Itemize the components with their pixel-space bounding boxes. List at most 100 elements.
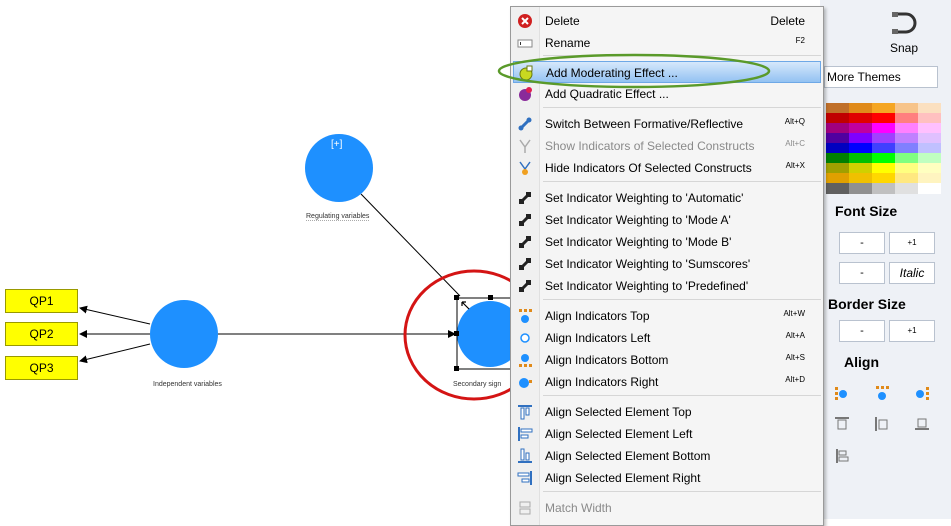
menu-item-label: Align Selected Element Right: [545, 471, 701, 485]
moderating-effect-icon: [519, 65, 533, 81]
color-swatch[interactable]: [849, 183, 872, 194]
selection-handle-bl[interactable]: [454, 366, 459, 371]
border-decrease-button[interactable]: -: [839, 320, 885, 342]
magnet-icon: [892, 12, 917, 34]
align-element-left-icon[interactable]: [874, 416, 890, 432]
path-to-qp1: [79, 305, 151, 325]
menu-item-label: Align Selected Element Bottom: [545, 449, 711, 463]
path-to-qp3: [79, 343, 151, 364]
menu-item-set-indicator-weighting-to-predefined[interactable]: Set Indicator Weighting to 'Predefined': [513, 275, 821, 297]
selection-handle-tm[interactable]: [488, 295, 493, 300]
menu-item-shortcut: Alt+D: [785, 375, 805, 384]
menu-item-label: Rename: [545, 36, 591, 50]
menu-item-label: Set Indicator Weighting to 'Automatic': [545, 191, 744, 205]
border-increase-button[interactable]: +1: [889, 320, 935, 342]
menu-item-show-indicators-of-selected-constructs[interactable]: Show Indicators of Selected Constructs Al…: [513, 135, 821, 157]
color-swatch[interactable]: [872, 183, 895, 194]
menu-item-align-selected-element-right[interactable]: Align Selected Element Right: [513, 467, 821, 489]
menu-item-label: Add Quadratic Effect ...: [545, 87, 669, 101]
menu-item-label: Align Indicators Left: [545, 331, 651, 345]
weighting-icon: [518, 191, 532, 205]
menu-item-label: Add Moderating Effect ...: [546, 66, 678, 80]
menu-item-rename[interactable]: Rename F2: [513, 32, 821, 54]
hide-indicators-icon: [519, 161, 531, 175]
align-element-left-icon: [518, 427, 533, 441]
menu-item-shortcut: Alt+C: [785, 139, 805, 148]
menu-item-label: Align Indicators Top: [545, 309, 650, 323]
show-indicators-icon: [519, 139, 531, 153]
menu-item-add-quadratic-effect[interactable]: Add Quadratic Effect ...: [513, 83, 821, 105]
expand-indicators-label[interactable]: [+]: [331, 139, 342, 150]
indicator-qp3[interactable]: QP3: [5, 356, 78, 380]
align-title: Align: [844, 354, 879, 370]
align-element-right-icon[interactable]: [914, 416, 930, 432]
indicator-qp2[interactable]: QP2: [5, 322, 78, 346]
menu-item-shortcut: Alt+W: [783, 309, 805, 318]
menu-item-shortcut: F2: [795, 36, 805, 45]
font-size-title: Font Size: [835, 203, 898, 219]
distribute-icon[interactable]: [834, 448, 850, 464]
regulating-variables-caption: Regulating variables: [306, 213, 370, 221]
context-menu: Delete Delete Rename F2 Add Moderating Effec…: [510, 6, 824, 526]
menu-item-label: Set Indicator Weighting to 'Mode A': [545, 213, 731, 227]
selection-handle-ml[interactable]: [454, 331, 459, 336]
selection-handle-tl[interactable]: [454, 295, 459, 300]
delete-icon: [518, 14, 532, 28]
align-indicators-right-icon: [519, 378, 532, 388]
menu-item-align-indicators-top[interactable]: Align Indicators Top Alt+W: [513, 305, 821, 327]
menu-item-shortcut: Alt+Q: [784, 117, 805, 126]
menu-item-label: Hide Indicators Of Selected Constructs: [545, 161, 752, 175]
menu-item-label: Align Selected Element Left: [545, 427, 693, 441]
snap-button[interactable]: Snap: [882, 8, 926, 56]
align-indicators-top-icon[interactable]: [874, 385, 890, 401]
align-indicators-bottom-icon: [519, 354, 532, 367]
menu-item-align-indicators-bottom[interactable]: Align Indicators Bottom Alt+S: [513, 349, 821, 371]
menu-item-switch-between-formative-reflective[interactable]: Switch Between Formative/Reflective Alt+Q: [513, 113, 821, 135]
menu-item-set-indicator-weighting-to-sumscores[interactable]: Set Indicator Weighting to 'Sumscores': [513, 253, 821, 275]
resize-arrow-icon: [461, 301, 470, 310]
color-swatch[interactable]: [895, 183, 918, 194]
menu-item-label: Delete: [545, 14, 580, 28]
independent-variables-node[interactable]: [150, 300, 218, 368]
menu-item-label: Set Indicator Weighting to 'Sumscores': [545, 257, 751, 271]
font-increase-button[interactable]: +1: [889, 232, 935, 254]
indicator-label: QP3: [29, 361, 54, 375]
menu-item-set-indicator-weighting-to-mode-a[interactable]: Set Indicator Weighting to 'Mode A': [513, 209, 821, 231]
menu-item-label: Switch Between Formative/Reflective: [545, 117, 744, 131]
weighting-icon: [518, 257, 532, 271]
menu-item-add-moderating-effect[interactable]: Add Moderating Effect ...: [513, 61, 821, 83]
menu-item-align-selected-element-bottom[interactable]: Align Selected Element Bottom: [513, 445, 821, 467]
menu-separator: [543, 299, 821, 300]
menu-item-align-indicators-left[interactable]: Align Indicators Left Alt+A: [513, 327, 821, 349]
rename-icon: [517, 39, 533, 48]
independent-variables-caption: Independent variables: [153, 381, 222, 388]
italic-button[interactable]: Italic: [889, 262, 935, 284]
menu-item-label: Align Indicators Right: [545, 375, 659, 389]
menu-item-shortcut: Alt+A: [785, 331, 805, 340]
align-indicators-right-icon[interactable]: [914, 385, 930, 401]
menu-item-align-selected-element-top[interactable]: Align Selected Element Top: [513, 401, 821, 423]
menu-item-align-indicators-right[interactable]: Align Indicators Right Alt+D: [513, 371, 821, 393]
more-themes-button[interactable]: More Themes: [824, 66, 938, 88]
menu-item-delete[interactable]: Delete Delete: [513, 10, 821, 32]
color-swatch[interactable]: [918, 183, 941, 194]
menu-item-hide-indicators-of-selected-constructs[interactable]: Hide Indicators Of Selected Constructs Al…: [513, 157, 821, 179]
menu-item-shortcut: Alt+S: [785, 353, 805, 362]
text-style-button[interactable]: -: [839, 262, 885, 284]
secondary-sign-caption: Secondary sign: [453, 381, 502, 388]
menu-separator: [543, 55, 821, 56]
align-element-top-icon[interactable]: [834, 416, 850, 432]
quadratic-effect-icon: [519, 87, 532, 101]
menu-item-align-selected-element-left[interactable]: Align Selected Element Left: [513, 423, 821, 445]
menu-item-set-indicator-weighting-to-automatic[interactable]: Set Indicator Weighting to 'Automatic': [513, 187, 821, 209]
indicator-qp1[interactable]: QP1: [5, 289, 78, 313]
menu-item-label: Align Selected Element Top: [545, 405, 692, 419]
align-indicators-left-icon[interactable]: [834, 385, 850, 401]
weighting-icon: [518, 213, 532, 227]
match-width-icon: [519, 501, 531, 515]
menu-item-match-width[interactable]: Match Width: [513, 497, 821, 519]
menu-item-label: Match Width: [545, 501, 612, 515]
menu-item-set-indicator-weighting-to-mode-b[interactable]: Set Indicator Weighting to 'Mode B': [513, 231, 821, 253]
font-decrease-button[interactable]: -: [839, 232, 885, 254]
color-swatch[interactable]: [826, 183, 849, 194]
